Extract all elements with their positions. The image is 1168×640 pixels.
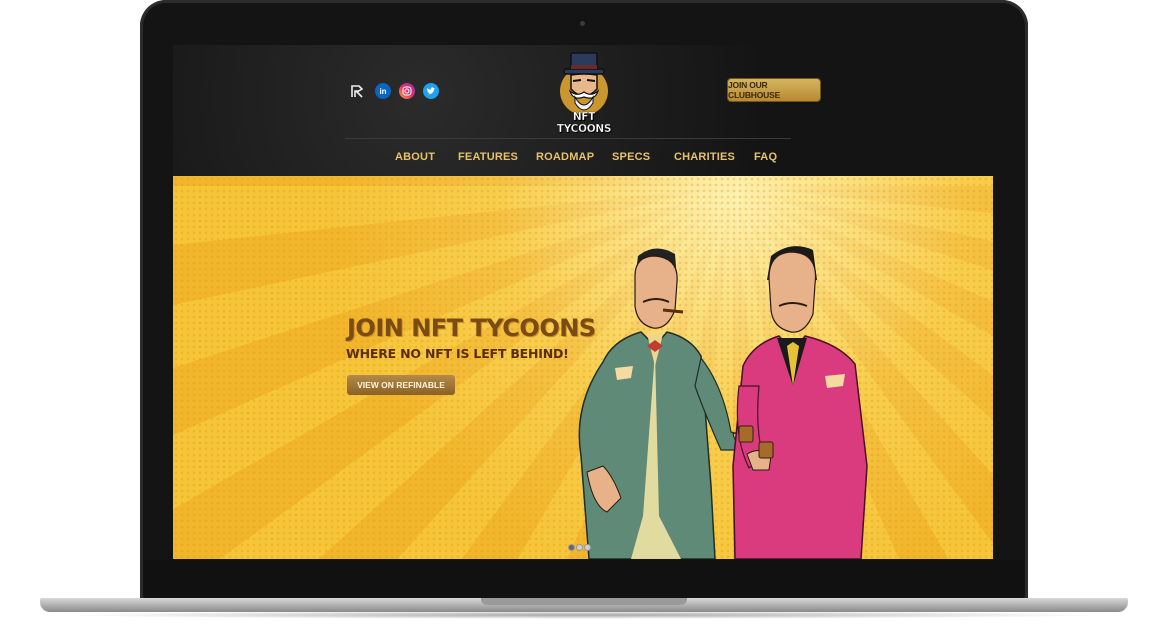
main-nav: ABOUT FEATURES ROADMAP SPECS CHARITIES F…: [173, 151, 993, 167]
refinable-icon[interactable]: [349, 83, 365, 99]
green-suit-tycoon: [578, 248, 760, 559]
site-header: in NFT TYCOONS JOIN OUR CLUBHOUSE ABOUT: [173, 45, 993, 176]
pink-suit-tycoon: [732, 246, 868, 559]
nav-item-features[interactable]: FEATURES: [458, 151, 518, 163]
linkedin-icon[interactable]: in: [375, 83, 391, 99]
webcam: [580, 21, 585, 26]
refinable-glyph: [351, 85, 364, 98]
carousel-indicators: [569, 545, 590, 550]
logo-text: NFT TYCOONS: [556, 111, 612, 135]
instagram-icon[interactable]: [399, 83, 415, 99]
tycoon-mascot-icon: [560, 52, 608, 115]
laptop-shadow: [60, 611, 1108, 619]
carousel-dot-2[interactable]: [577, 545, 582, 550]
tycoons-illustration: [578, 246, 868, 559]
hero-banner: JOIN NFT TYCOONS WHERE NO NFT IS LEFT BE…: [173, 176, 993, 559]
hero-title: JOIN NFT TYCOONS: [347, 314, 596, 342]
join-clubhouse-button[interactable]: JOIN OUR CLUBHOUSE: [728, 79, 820, 101]
nav-item-about[interactable]: ABOUT: [395, 151, 435, 163]
nav-item-specs[interactable]: SPECS: [612, 151, 650, 163]
website-screen: in NFT TYCOONS JOIN OUR CLUBHOUSE ABOUT: [173, 45, 993, 559]
laptop-bezel: [144, 560, 1024, 600]
nav-item-roadmap[interactable]: ROADMAP: [536, 151, 594, 163]
carousel-dot-1[interactable]: [569, 545, 574, 550]
nav-item-charities[interactable]: CHARITIES: [674, 151, 735, 163]
nav-item-faq[interactable]: FAQ: [754, 151, 777, 163]
twitter-glyph: [426, 86, 436, 94]
site-logo[interactable]: NFT TYCOONS: [553, 51, 615, 135]
laptop-notch: [481, 598, 687, 605]
carousel-dot-3[interactable]: [585, 545, 590, 550]
hero-subtitle: WHERE NO NFT IS LEFT BEHIND!: [346, 346, 569, 361]
view-on-refinable-button[interactable]: VIEW ON REFINABLE: [347, 375, 455, 395]
instagram-glyph: [402, 86, 412, 96]
twitter-icon[interactable]: [423, 83, 439, 99]
header-divider: [345, 138, 791, 139]
